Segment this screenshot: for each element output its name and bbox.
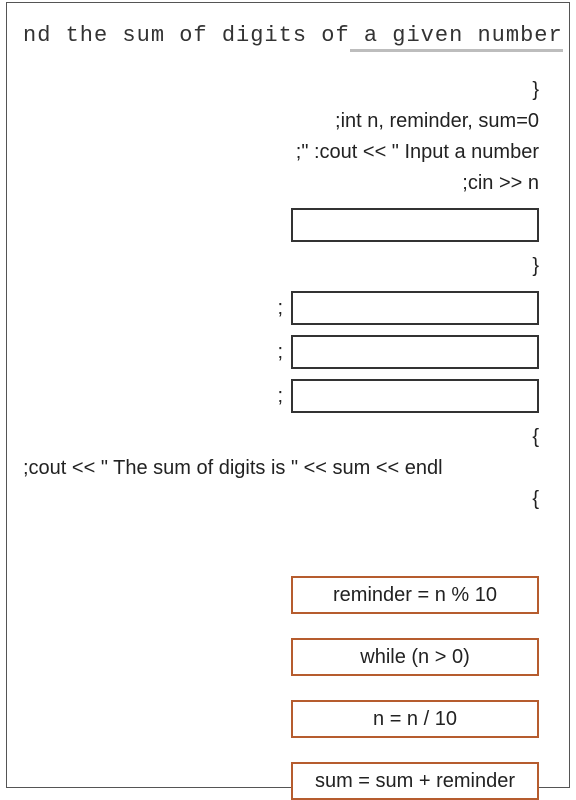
- code-line-brace-open-2: {: [17, 485, 539, 514]
- semicolon-label: ;: [277, 338, 283, 367]
- drop-slot-3[interactable]: [291, 335, 539, 369]
- title-underlined: a given number: [350, 23, 563, 52]
- answer-reminder-mod[interactable]: reminder = n % 10: [291, 576, 539, 614]
- drop-slot-3-row: ;: [17, 335, 539, 369]
- semicolon-label: ;: [277, 382, 283, 411]
- answer-choices: reminder = n % 10 while (n > 0) n = n / …: [17, 576, 539, 800]
- drop-slot-1[interactable]: [291, 208, 539, 242]
- code-line-cout-sum: ;cout << " The sum of digits is " << sum…: [17, 454, 539, 483]
- drop-slot-2[interactable]: [291, 291, 539, 325]
- drop-slot-2-row: ;: [17, 291, 539, 325]
- code-line-cin: ;cin >> n: [17, 169, 539, 198]
- drop-slot-4[interactable]: [291, 379, 539, 413]
- code-line-decl: ;int n, reminder, sum=0: [17, 107, 539, 136]
- exercise-frame: nd the sum of digits of a given number }…: [6, 2, 570, 788]
- title-prefix: nd the sum of digits of: [23, 23, 350, 48]
- answer-while[interactable]: while (n > 0): [291, 638, 539, 676]
- code-line-brace: }: [17, 76, 539, 105]
- answer-n-div[interactable]: n = n / 10: [291, 700, 539, 738]
- exercise-title: nd the sum of digits of a given number: [17, 23, 539, 48]
- drop-slot-4-row: ;: [17, 379, 539, 413]
- code-line-brace-open: {: [17, 423, 539, 452]
- drop-slot-1-row: [17, 208, 539, 242]
- answer-sum-add[interactable]: sum = sum + reminder: [291, 762, 539, 800]
- code-line-brace-close: }: [17, 252, 539, 281]
- code-line-cout-input: ;" :cout << " Input a number: [17, 138, 539, 167]
- semicolon-label: ;: [277, 294, 283, 323]
- code-block: } ;int n, reminder, sum=0 ;" :cout << " …: [17, 76, 539, 514]
